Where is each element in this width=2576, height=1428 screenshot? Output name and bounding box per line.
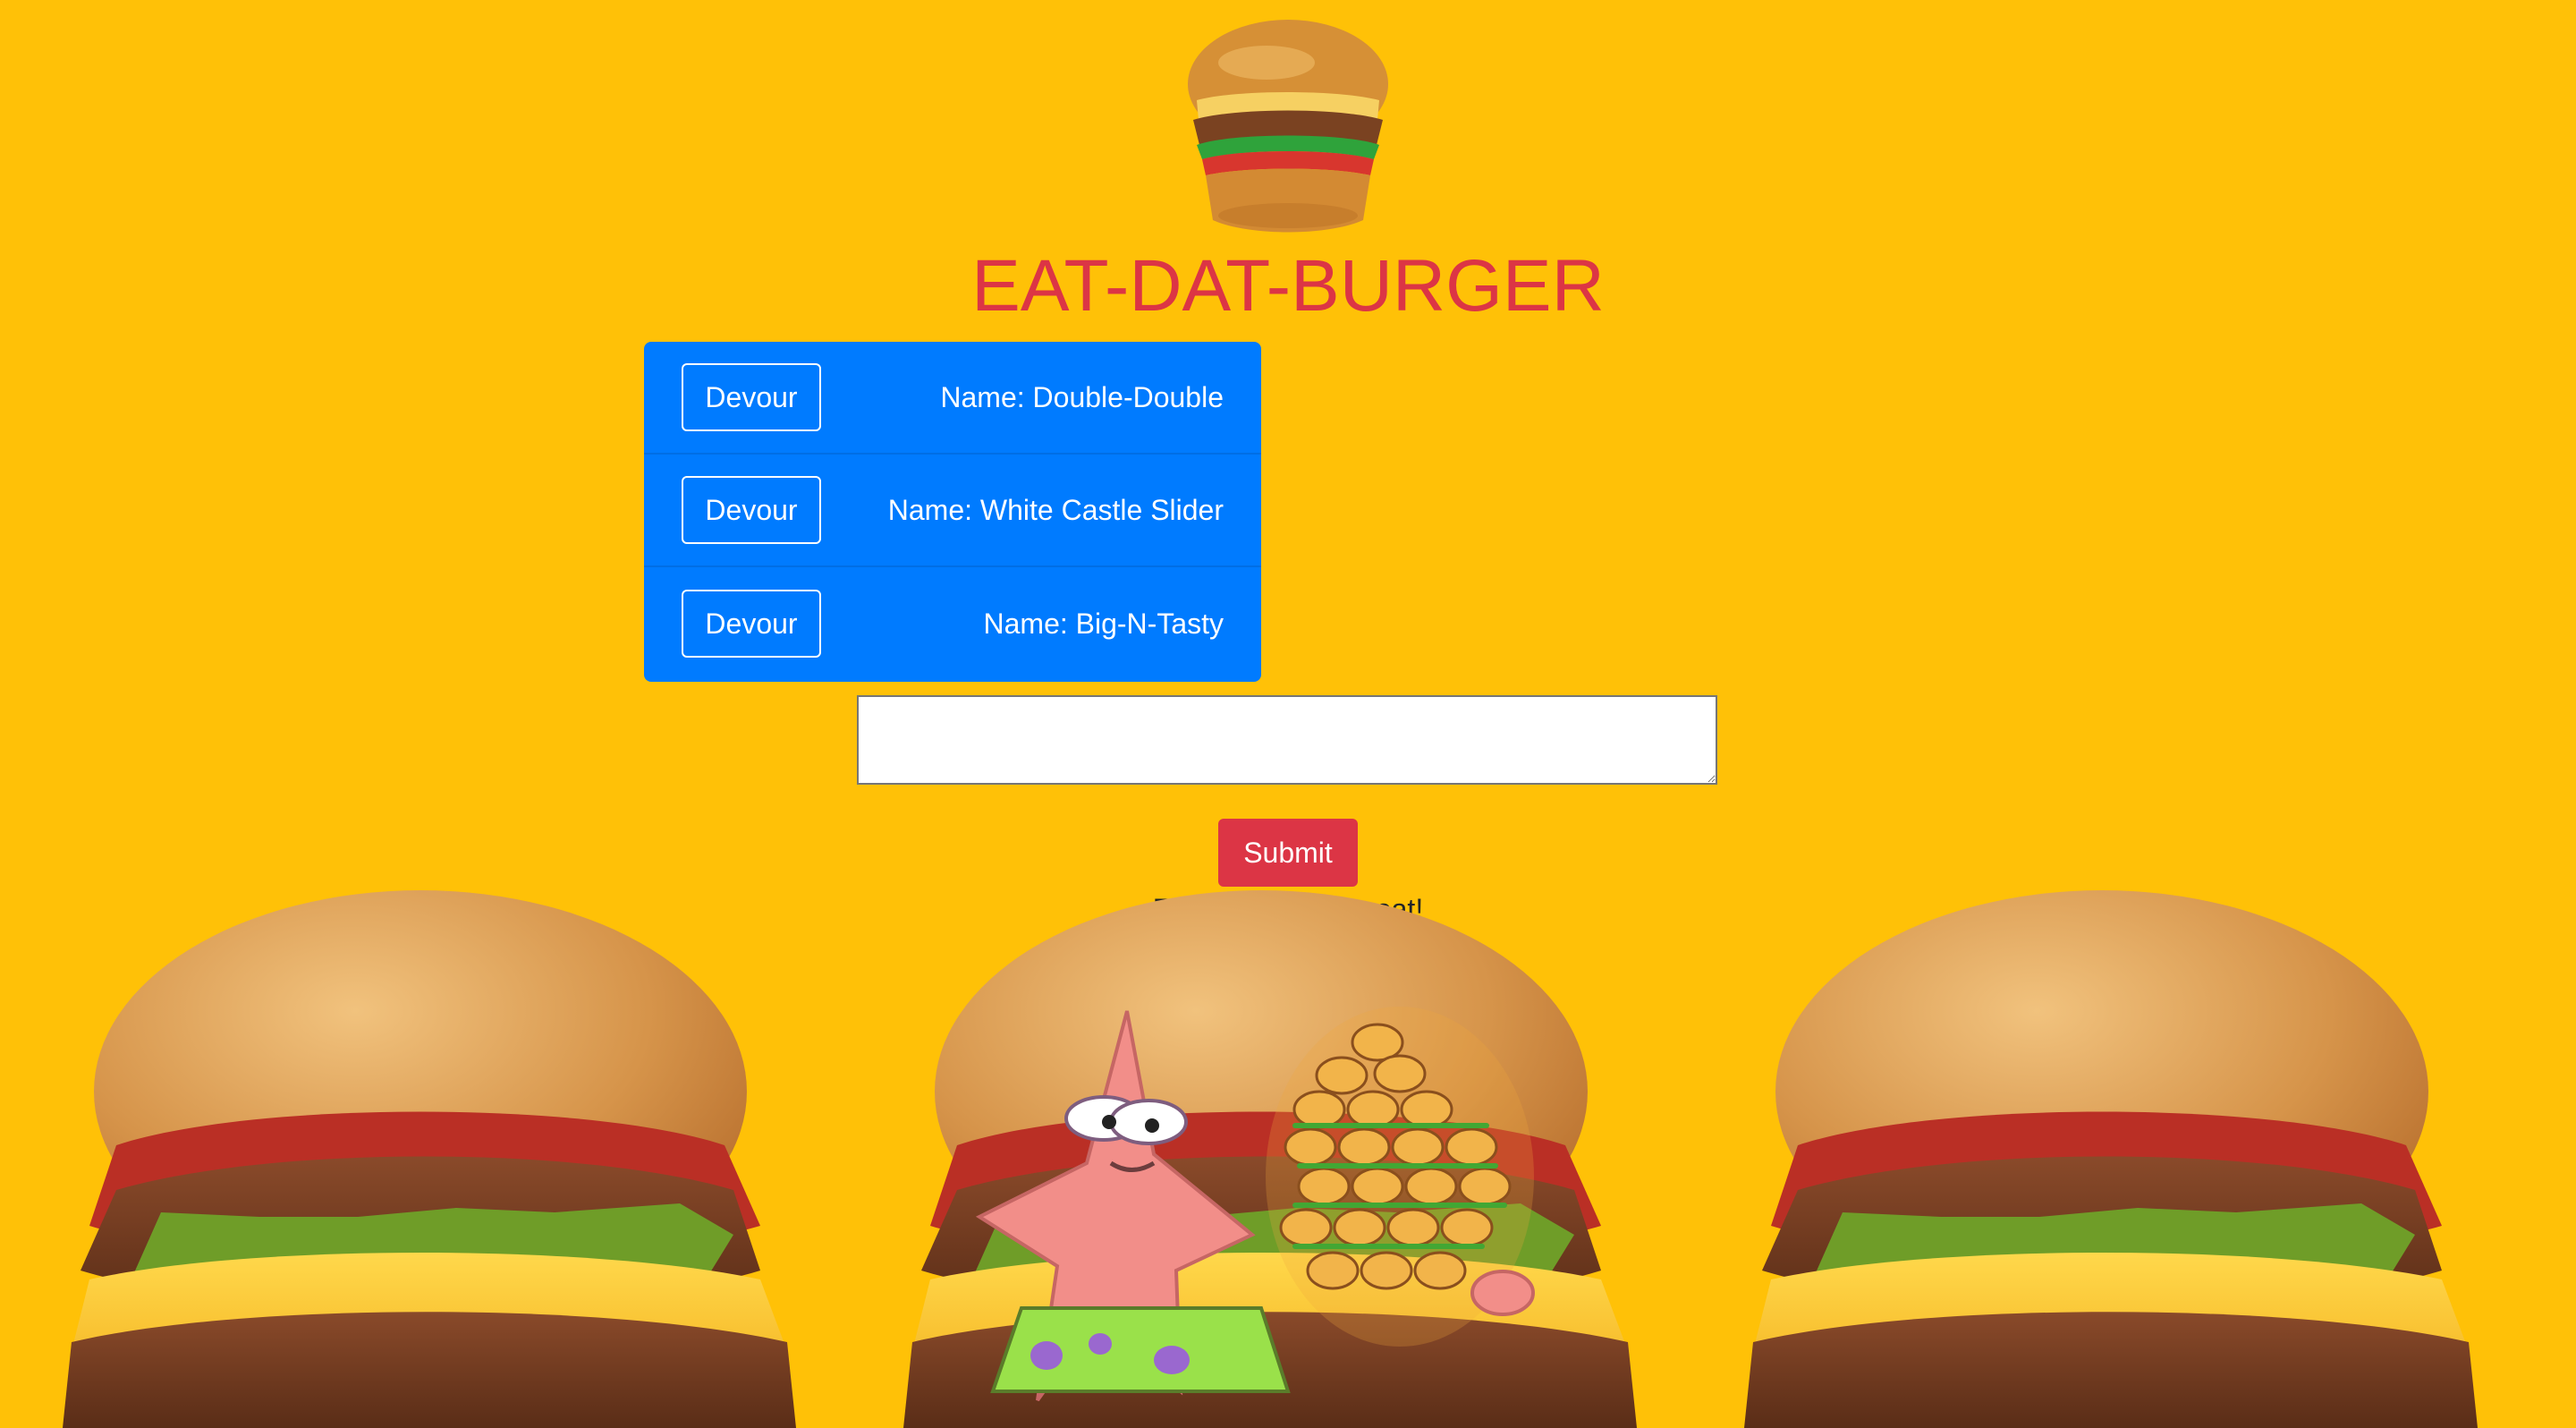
burger-name: Name: Big-N-Tasty	[983, 607, 1224, 640]
devour-button[interactable]: Devour	[682, 363, 821, 431]
cheeseburger-icon	[1744, 890, 2478, 1428]
burger-name: Name: White Castle Slider	[887, 493, 1224, 526]
burger-name-input[interactable]	[857, 695, 1717, 785]
burger-list: Devour Name: Double-Double Devour Name: …	[644, 342, 1261, 682]
list-item: Devour Name: White Castle Slider	[644, 455, 1261, 567]
devour-button[interactable]: Devour	[682, 590, 821, 658]
burger-name: Name: Double-Double	[940, 380, 1224, 413]
footer-decorations	[63, 890, 2478, 1428]
burger-stack-icon	[1266, 1007, 1535, 1347]
cheeseburger-icon	[63, 890, 796, 1428]
list-item: Devour Name: Double-Double	[644, 342, 1261, 455]
devour-button[interactable]: Devour	[682, 476, 821, 544]
burger-logo-icon	[1172, 11, 1404, 242]
page-title: EAT-DAT-BURGER	[971, 245, 1605, 327]
list-item: Devour Name: Big-N-Tasty	[644, 567, 1261, 680]
